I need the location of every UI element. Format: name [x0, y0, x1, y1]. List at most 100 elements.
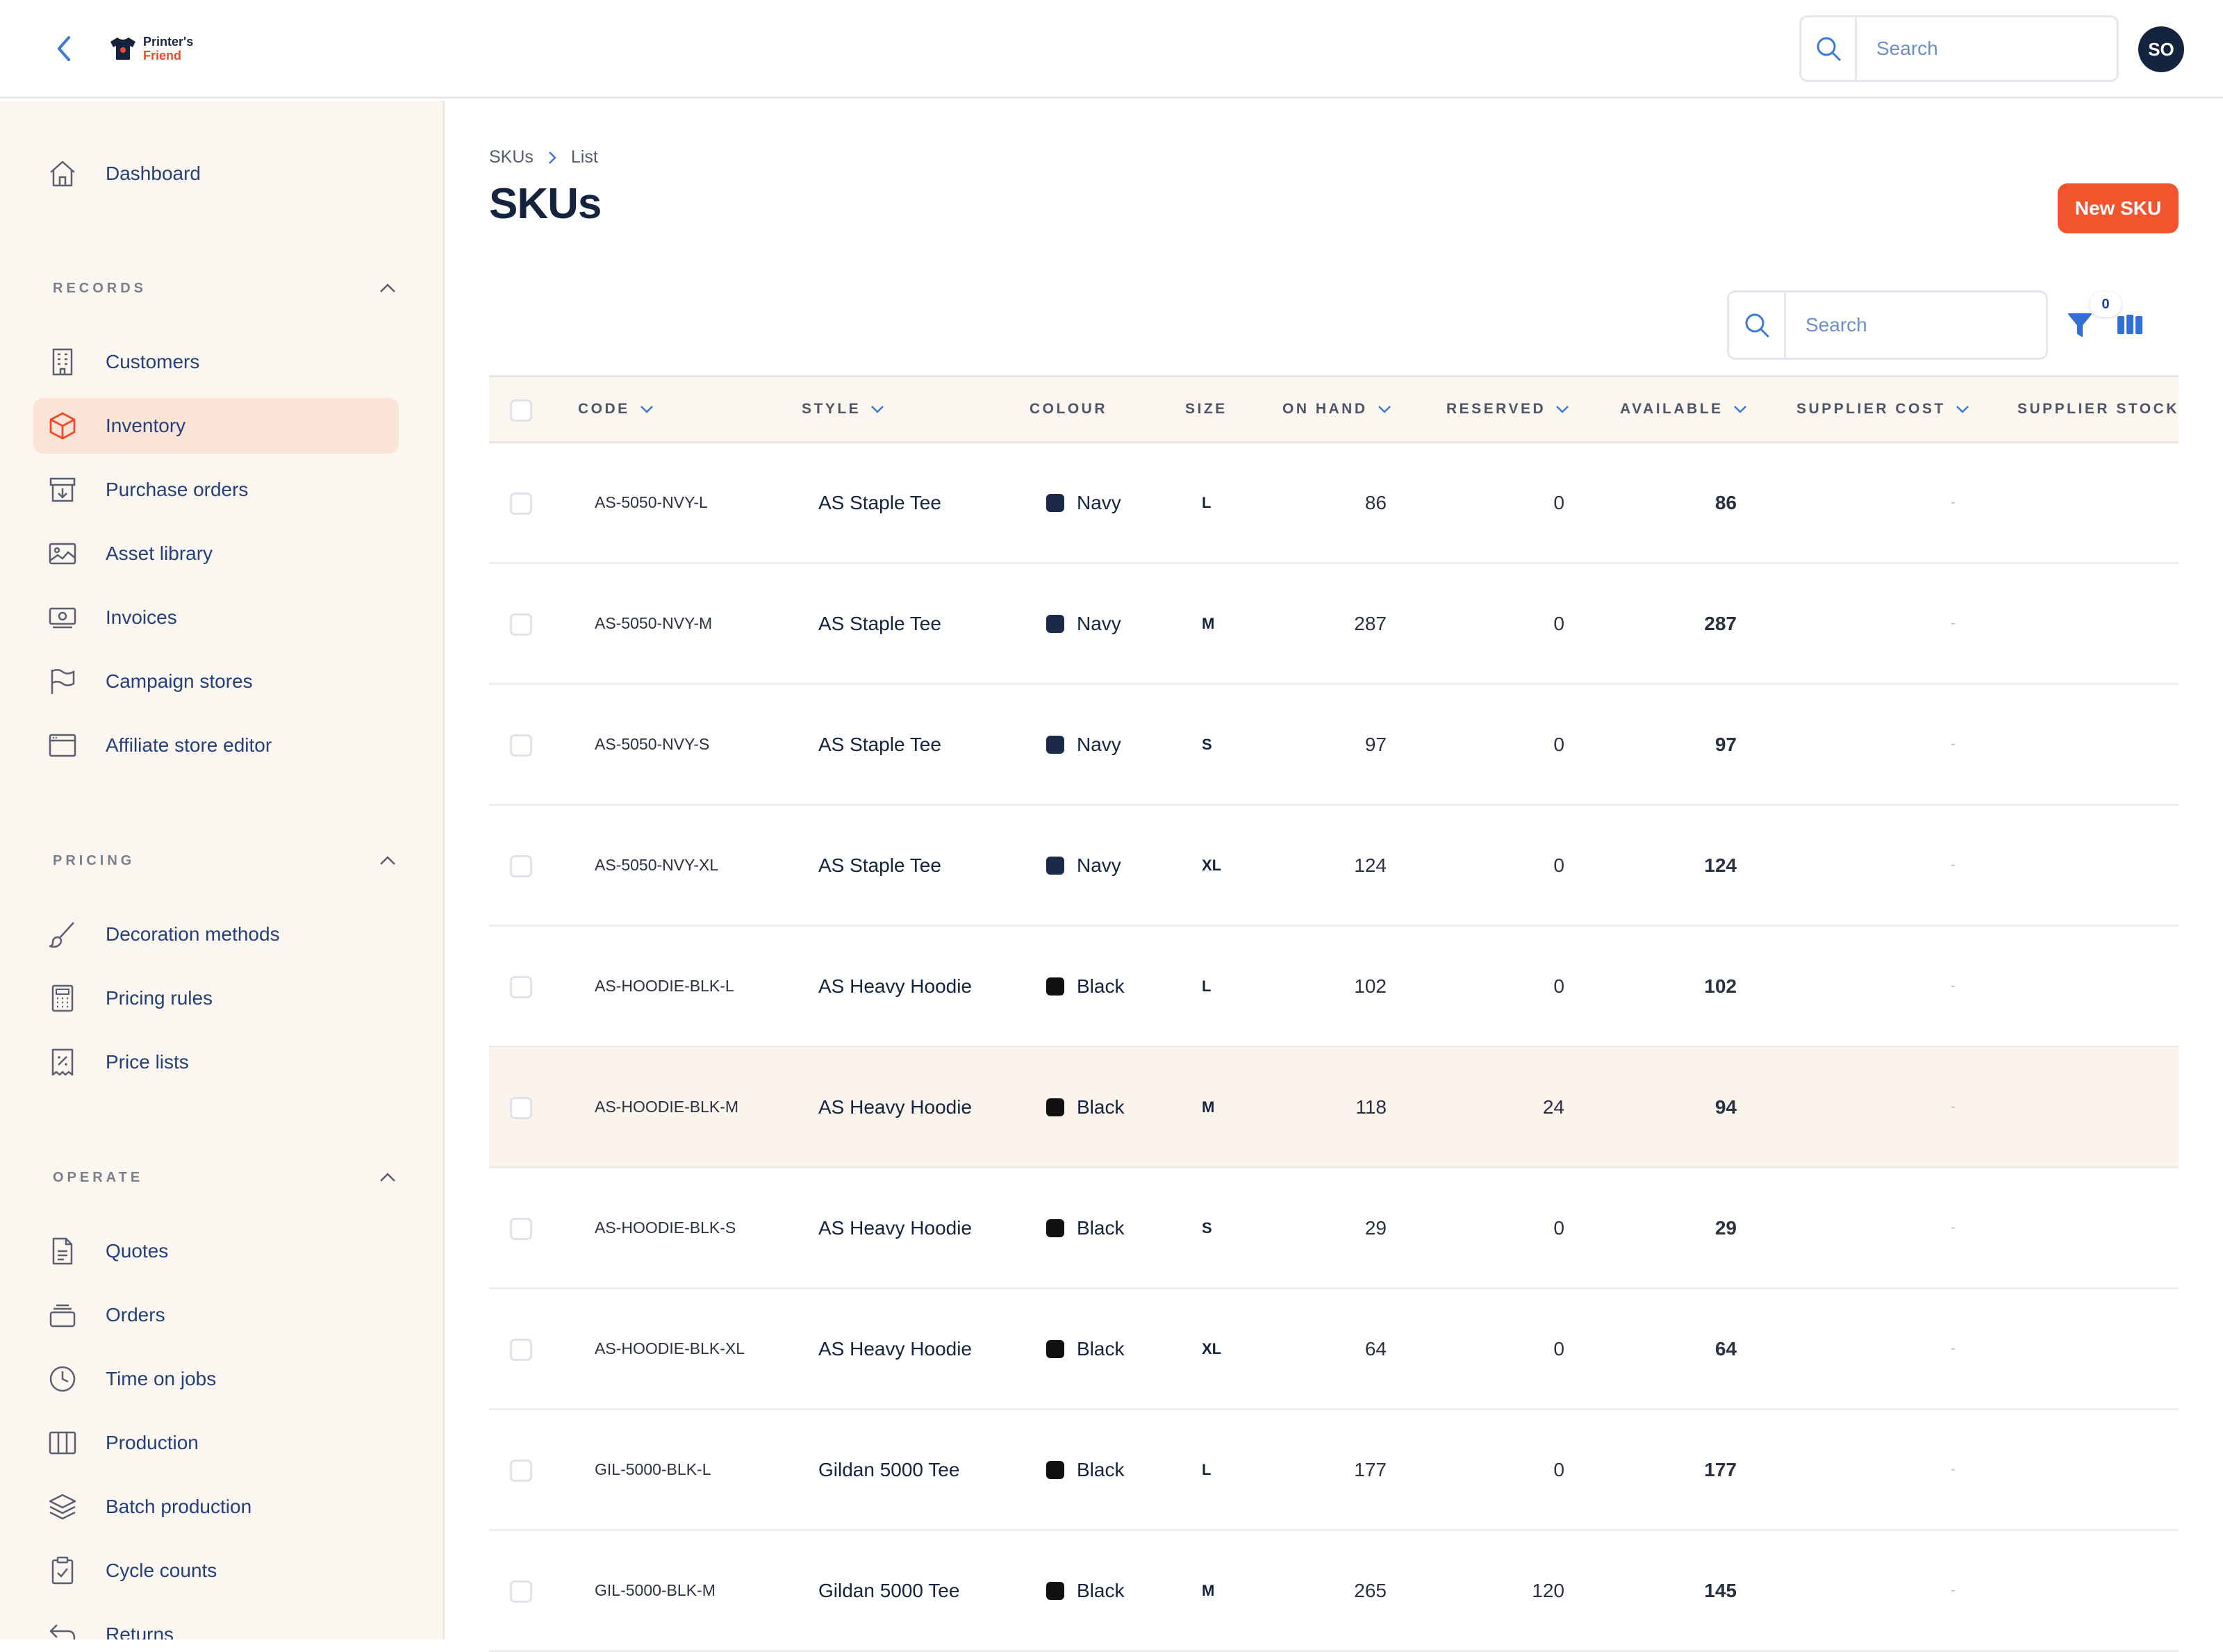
- global-search-input[interactable]: Search: [1857, 17, 2117, 80]
- sidebar-item-label: Time on jobs: [106, 1368, 217, 1389]
- sku-supplier-cost: -: [1951, 616, 1956, 631]
- sku-style: AS Staple Tee: [818, 854, 941, 876]
- sku-size: S: [1202, 735, 1212, 753]
- breadcrumb-root[interactable]: SKUs: [489, 147, 534, 167]
- top-bar: Printer's Friend Search SO: [0, 0, 2223, 99]
- sku-size: L: [1202, 977, 1212, 995]
- sidebar-item-batch-production[interactable]: Batch production: [33, 1479, 399, 1535]
- sku-code[interactable]: AS-HOODIE-BLK-S: [595, 1168, 736, 1287]
- sku-available: 177: [1704, 1458, 1737, 1480]
- sku-code[interactable]: GIL-5000-BLK-M: [595, 1531, 716, 1650]
- row-checkbox[interactable]: [510, 1097, 532, 1119]
- col-header-supplier-cost[interactable]: SUPPLIER COST: [1796, 377, 1969, 441]
- sidebar-item-asset-library[interactable]: Asset library: [33, 526, 399, 581]
- user-avatar[interactable]: SO: [2138, 26, 2184, 72]
- table-row[interactable]: AS-HOODIE-BLK-L AS Heavy Hoodie Black L 102 0…: [489, 927, 2179, 1048]
- col-header-code[interactable]: CODE: [578, 377, 654, 441]
- sidebar-item-pricing-rules[interactable]: Pricing rules: [33, 970, 399, 1026]
- table-row[interactable]: AS-5050-NVY-L AS Staple Tee Navy L 86 0 86 -: [489, 443, 2179, 564]
- colour-swatch: [1046, 856, 1064, 875]
- sku-reserved: 0: [1553, 1337, 1564, 1360]
- chevron-up-icon[interactable]: [375, 848, 400, 873]
- colour-name: Black: [1077, 975, 1125, 997]
- select-all-checkbox[interactable]: [510, 399, 532, 422]
- sku-reserved: 0: [1553, 491, 1564, 513]
- sidebar-item-price-lists[interactable]: Price lists: [33, 1034, 399, 1090]
- row-checkbox[interactable]: [510, 734, 532, 757]
- sidebar-item-affiliate-store-editor[interactable]: Affiliate store editor: [33, 718, 399, 773]
- sku-code[interactable]: AS-HOODIE-BLK-M: [595, 1048, 738, 1166]
- sidebar-item-label: Dashboard: [106, 163, 201, 184]
- table-row[interactable]: AS-5050-NVY-S AS Staple Tee Navy S 97 0 97 -: [489, 685, 2179, 806]
- columns-toggle-icon[interactable]: [2115, 308, 2145, 340]
- global-search[interactable]: Search: [1799, 15, 2119, 82]
- sku-on-hand: 265: [1354, 1579, 1387, 1601]
- sku-code[interactable]: GIL-5000-BLK-L: [595, 1410, 711, 1529]
- sidebar-item-time-on-jobs[interactable]: Time on jobs: [33, 1351, 399, 1407]
- table-search-input[interactable]: Search: [1786, 292, 2046, 358]
- sku-supplier-cost: -: [1951, 736, 1956, 752]
- row-checkbox[interactable]: [510, 613, 532, 636]
- sidebar-item-customers[interactable]: Customers: [33, 334, 399, 390]
- table-search[interactable]: Search: [1727, 290, 2048, 360]
- table-row[interactable]: AS-HOODIE-BLK-S AS Heavy Hoodie Black S 29 0 2…: [489, 1168, 2179, 1289]
- chevron-up-icon[interactable]: [375, 276, 400, 301]
- sku-size: XL: [1202, 1339, 1222, 1357]
- table-row[interactable]: GIL-5000-BLK-M Gildan 5000 Tee Black M 265 12…: [489, 1531, 2179, 1652]
- col-header-reserved[interactable]: RESERVED: [1446, 377, 1569, 441]
- table-row[interactable]: GIL-5000-BLK-L Gildan 5000 Tee Black L 177 0 1…: [489, 1410, 2179, 1531]
- row-checkbox[interactable]: [510, 1218, 532, 1240]
- sidebar-item-cycle-counts[interactable]: Cycle counts: [33, 1543, 399, 1599]
- sidebar-item-campaign-stores[interactable]: Campaign stores: [33, 654, 399, 709]
- sidebar-item-inventory[interactable]: Inventory: [33, 398, 399, 454]
- row-checkbox[interactable]: [510, 855, 532, 877]
- sidebar-item-label: Pricing rules: [106, 987, 213, 1009]
- chevron-up-icon[interactable]: [375, 1165, 400, 1190]
- section-header-pricing[interactable]: PRICING: [53, 847, 400, 875]
- browser-window-icon: [46, 729, 79, 762]
- sku-code[interactable]: AS-5050-NVY-XL: [595, 806, 718, 925]
- sidebar-item-purchase-orders[interactable]: Purchase orders: [33, 462, 399, 518]
- sku-on-hand: 124: [1354, 854, 1387, 876]
- sidebar-item-quotes[interactable]: Quotes: [33, 1223, 399, 1279]
- table-row[interactable]: AS-5050-NVY-XL AS Staple Tee Navy XL 124 0 124…: [489, 806, 2179, 927]
- sku-style: AS Heavy Hoodie: [818, 1216, 973, 1239]
- sku-size: L: [1202, 493, 1212, 511]
- col-header-available[interactable]: AVAILABLE: [1620, 377, 1747, 441]
- back-chevron-icon[interactable]: [49, 33, 79, 64]
- table-row[interactable]: AS-HOODIE-BLK-XL AS Heavy Hoodie Black XL 64…: [489, 1289, 2179, 1410]
- sidebar-item-label: Campaign stores: [106, 670, 253, 692]
- sku-code[interactable]: AS-HOODIE-BLK-XL: [595, 1289, 745, 1408]
- section-header-operate[interactable]: OPERATE: [53, 1164, 400, 1191]
- sku-code[interactable]: AS-HOODIE-BLK-L: [595, 927, 734, 1046]
- row-checkbox[interactable]: [510, 1460, 532, 1482]
- archive-download-icon: [46, 473, 79, 506]
- colour-swatch: [1046, 1098, 1064, 1116]
- sidebar-item-invoices[interactable]: Invoices: [33, 590, 399, 645]
- sidebar-item-label: Production: [106, 1432, 199, 1453]
- sku-code[interactable]: AS-5050-NVY-M: [595, 564, 712, 683]
- new-sku-button[interactable]: New SKU: [2058, 183, 2179, 233]
- app-logo[interactable]: Printer's Friend: [108, 35, 193, 63]
- row-checkbox[interactable]: [510, 976, 532, 998]
- sku-code[interactable]: AS-5050-NVY-L: [595, 443, 708, 562]
- row-checkbox[interactable]: [510, 1580, 532, 1603]
- section-title: RECORDS: [53, 280, 147, 296]
- sidebar-item-production[interactable]: Production: [33, 1415, 399, 1471]
- col-header-style[interactable]: STYLE: [802, 377, 884, 441]
- sidebar-item-dashboard[interactable]: Dashboard: [33, 146, 399, 201]
- sku-code[interactable]: AS-5050-NVY-S: [595, 685, 709, 804]
- sidebar-item-decoration-methods[interactable]: Decoration methods: [33, 907, 399, 962]
- col-header-on-hand[interactable]: ON HAND: [1282, 377, 1391, 441]
- colour-name: Navy: [1077, 733, 1121, 755]
- row-checkbox[interactable]: [510, 493, 532, 515]
- sidebar-item-orders[interactable]: Orders: [33, 1287, 399, 1343]
- colour-name: Black: [1077, 1096, 1125, 1118]
- sidebar-item-label: Price lists: [106, 1051, 189, 1073]
- row-checkbox[interactable]: [510, 1339, 532, 1361]
- section-header-records[interactable]: RECORDS: [53, 274, 400, 302]
- table-row[interactable]: AS-HOODIE-BLK-M AS Heavy Hoodie Black M 118 2…: [489, 1048, 2179, 1168]
- search-icon: [1729, 292, 1786, 358]
- table-row[interactable]: AS-5050-NVY-M AS Staple Tee Navy M 287 0 287 -: [489, 564, 2179, 685]
- sidebar-item-returns[interactable]: Returns: [33, 1607, 399, 1639]
